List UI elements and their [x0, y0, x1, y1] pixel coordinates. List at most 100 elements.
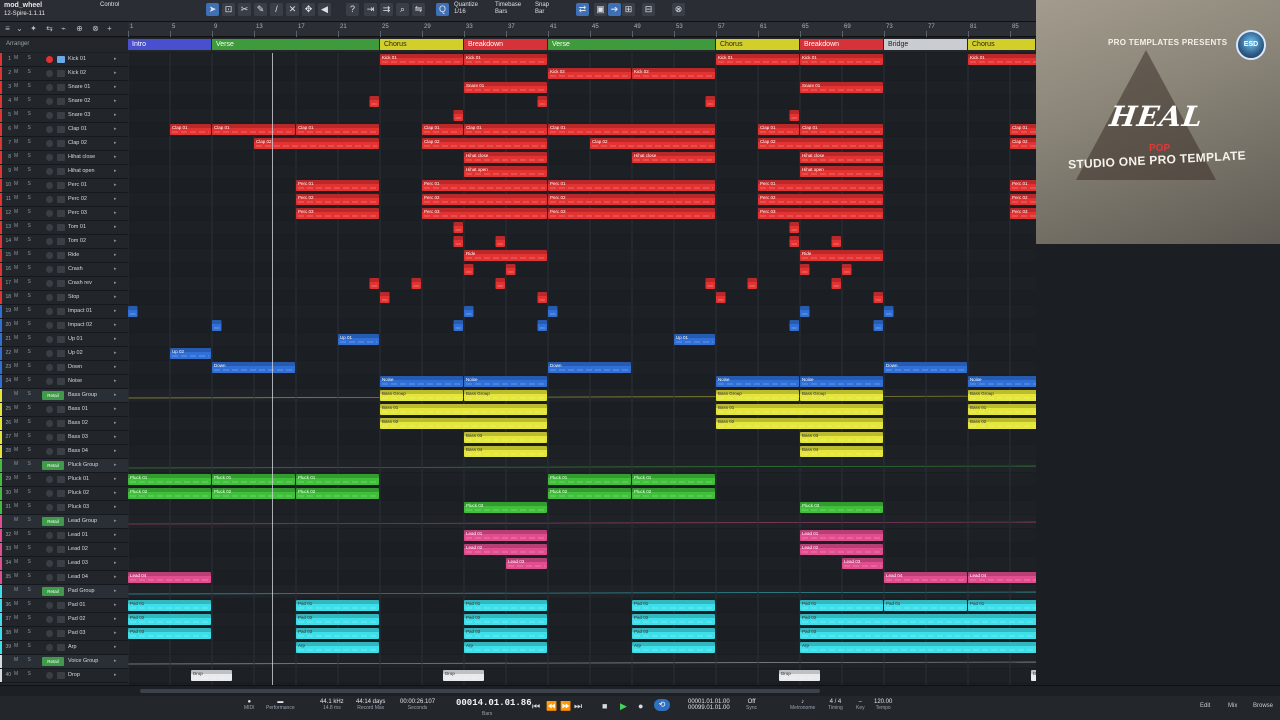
- monitor-button[interactable]: [57, 266, 65, 273]
- track-header[interactable]: 29 M S Pluck 01 ▸: [0, 473, 128, 487]
- clip[interactable]: Kick 01: [464, 54, 547, 65]
- monitor-button[interactable]: [57, 56, 65, 63]
- track-lane[interactable]: [128, 585, 1036, 598]
- rewind-icon[interactable]: ⏪: [546, 701, 557, 712]
- mute-solo-buttons[interactable]: M S: [14, 475, 35, 481]
- track-header[interactable]: 39 M S Arp ▸: [0, 641, 128, 655]
- clip[interactable]: [453, 320, 464, 331]
- monitor-button[interactable]: [57, 336, 65, 343]
- mute-solo-buttons[interactable]: M S: [14, 615, 35, 621]
- mute-solo-buttons[interactable]: M S: [14, 377, 35, 383]
- clip[interactable]: Perc 03: [1010, 208, 1036, 219]
- record-arm-button[interactable]: [46, 350, 53, 357]
- mute-solo-buttons[interactable]: M S: [14, 251, 35, 257]
- track-header[interactable]: 25 M S Bass 01 ▸: [0, 403, 128, 417]
- track-expand-icon[interactable]: ▸: [114, 56, 117, 62]
- clip[interactable]: Perc 03: [296, 208, 379, 219]
- mute-solo-buttons[interactable]: M S: [14, 503, 35, 509]
- monitor-button[interactable]: [57, 532, 65, 539]
- mute-solo-buttons[interactable]: M S: [14, 405, 35, 411]
- clip[interactable]: Down: [548, 362, 631, 373]
- track-name[interactable]: Up 02: [68, 350, 83, 356]
- monitor-button[interactable]: [57, 630, 65, 637]
- loop-edit-icon[interactable]: ⇋: [412, 3, 425, 16]
- track-lane[interactable]: [128, 277, 1036, 290]
- clip[interactable]: [831, 278, 842, 289]
- clip[interactable]: Clap 02: [590, 138, 715, 149]
- track-name[interactable]: Drop: [68, 672, 80, 678]
- track-name[interactable]: Crash rev: [68, 280, 92, 286]
- monitor-button[interactable]: [57, 574, 65, 581]
- clip[interactable]: Ride: [464, 250, 547, 261]
- loop-range[interactable]: 00001.01.01.00 00099.01.01.00: [688, 699, 730, 711]
- mute-solo-buttons[interactable]: M S: [14, 643, 35, 649]
- track-expand-icon[interactable]: ▸: [114, 154, 117, 160]
- clip[interactable]: [380, 292, 390, 303]
- track-name[interactable]: Pluck 03: [68, 504, 89, 510]
- clip[interactable]: Up 01: [338, 334, 379, 345]
- clip[interactable]: Perc 01: [296, 180, 379, 191]
- timeline-ruler[interactable]: 1 5 9 13 17 21 25 29 33 37 41 45 49 53 57 61 65 69 73 77 81 8…: [128, 22, 1036, 37]
- record-arm-button[interactable]: [46, 98, 53, 105]
- clip[interactable]: Up 02: [170, 348, 211, 359]
- clip[interactable]: Pad 02: [632, 614, 715, 625]
- track-expand-icon[interactable]: ▸: [114, 266, 117, 272]
- track-header[interactable]: 37 M S Pad 02 ▸: [0, 613, 128, 627]
- track-name[interactable]: Pluck 01: [68, 476, 89, 482]
- mute-solo-buttons[interactable]: M S: [14, 209, 35, 215]
- mute-solo-buttons[interactable]: M S: [14, 167, 35, 173]
- track-name[interactable]: Bass 01: [68, 406, 88, 412]
- mute-solo-buttons[interactable]: M S: [14, 391, 35, 397]
- clip[interactable]: Snare 01: [464, 82, 547, 93]
- mute-solo-buttons[interactable]: M S: [14, 545, 35, 551]
- clip[interactable]: [453, 110, 464, 121]
- monitor-button[interactable]: [57, 434, 65, 441]
- clip[interactable]: [537, 96, 548, 107]
- track-name[interactable]: Pluck 02: [68, 490, 89, 496]
- clip[interactable]: Pluck 01: [296, 474, 379, 485]
- clip[interactable]: Lead 04: [968, 572, 1036, 583]
- clip[interactable]: [453, 222, 464, 233]
- clip[interactable]: Perc 03: [422, 208, 547, 219]
- clip[interactable]: [464, 306, 474, 317]
- clip[interactable]: Down: [884, 362, 967, 373]
- track-header[interactable]: 9M S Hihat open ▸: [0, 165, 128, 179]
- mute-solo-buttons[interactable]: M S: [14, 111, 35, 117]
- track-expand-icon[interactable]: ▸: [114, 294, 117, 300]
- clip[interactable]: Clap 02: [1010, 138, 1036, 149]
- draw-tool-icon[interactable]: /: [270, 3, 283, 16]
- clip[interactable]: Bass 03: [800, 432, 883, 443]
- clip[interactable]: [369, 278, 380, 289]
- record-arm-button[interactable]: [46, 266, 53, 273]
- track-expand-icon[interactable]: ▸: [114, 336, 117, 342]
- clip[interactable]: Noise: [464, 376, 547, 387]
- clip[interactable]: Pad 01: [128, 600, 211, 611]
- clip[interactable]: Perc 03: [758, 208, 883, 219]
- track-expand-icon[interactable]: ▸: [114, 420, 117, 426]
- mute-solo-buttons[interactable]: M S: [14, 531, 35, 537]
- track-lane[interactable]: [128, 291, 1036, 304]
- clip[interactable]: Pluck 01: [212, 474, 295, 485]
- track-header[interactable]: 24 M S Noise ▸: [0, 375, 128, 389]
- record-arm-button[interactable]: [46, 448, 53, 455]
- mute-solo-buttons[interactable]: M S: [14, 139, 35, 145]
- track-name[interactable]: Voice Group: [68, 658, 98, 664]
- mute-solo-buttons[interactable]: M S: [14, 223, 35, 229]
- record-arm-button[interactable]: [46, 112, 53, 119]
- arranger-section[interactable]: Verse: [548, 39, 715, 50]
- track-lane[interactable]: [128, 165, 1036, 178]
- folder-track-header[interactable]: M S Retail Pad Group ▸: [0, 585, 128, 599]
- track-expand-icon[interactable]: ▸: [114, 602, 117, 608]
- track-expand-icon[interactable]: ▸: [114, 378, 117, 384]
- track-lane[interactable]: [128, 375, 1036, 388]
- forward-end-icon[interactable]: ⏭: [574, 701, 582, 712]
- mute-solo-buttons[interactable]: M S: [14, 657, 35, 663]
- track-name[interactable]: Hihat open: [68, 168, 95, 174]
- track-header[interactable]: 21 M S Up 01 ▸: [0, 333, 128, 347]
- quantize-toggle-icon[interactable]: Q: [436, 3, 449, 16]
- tab-browse[interactable]: Browse: [1253, 703, 1273, 709]
- monitor-button[interactable]: [57, 546, 65, 553]
- track-lane[interactable]: [128, 459, 1036, 472]
- mute-solo-buttons[interactable]: M S: [14, 363, 35, 369]
- mute-solo-buttons[interactable]: M S: [14, 125, 35, 131]
